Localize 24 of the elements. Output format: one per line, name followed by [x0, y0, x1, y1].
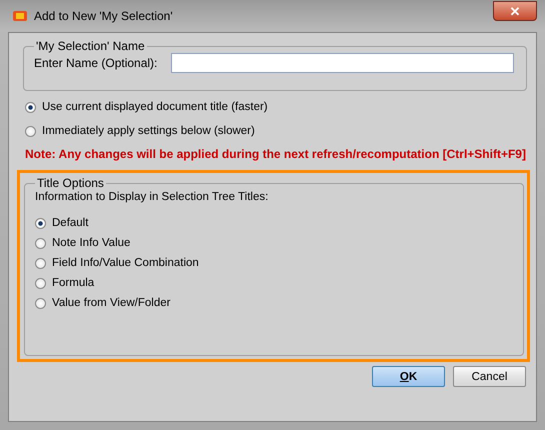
radio-button[interactable]: [35, 258, 46, 268]
radio-option[interactable]: Field Info/Value Combination: [35, 253, 513, 273]
caption-text: Information to Display in Selection Tree Titles:: [35, 191, 270, 203]
radio-option[interactable]: Immediately apply settings below (slower): [25, 123, 528, 139]
radio-option[interactable]: Value from View/Folder: [35, 293, 513, 313]
warning-note: Note: Any changes will be applied during the next refresh/recomputation [Ctrl+Shift+F9]: [25, 147, 526, 161]
group-title: 'My Selection' Name: [35, 39, 146, 53]
radio-button[interactable]: [25, 102, 36, 112]
window-title: Add to New 'My Selection': [34, 9, 173, 23]
app-icon: [12, 9, 28, 23]
radio-button[interactable]: [35, 278, 46, 288]
radio-button[interactable]: [35, 218, 46, 228]
radio-option[interactable]: Formula: [35, 273, 513, 293]
radio-option[interactable]: Default: [35, 213, 513, 233]
name-input-field[interactable]: [171, 53, 514, 73]
group-title: Title Options: [36, 176, 105, 190]
radio-option[interactable]: Use current displayed document title (faster): [25, 99, 528, 115]
field-label: Enter Name (Optional):: [34, 56, 158, 70]
cancel-button[interactable]: Cancel: [453, 366, 526, 387]
ok-button[interactable]: OK: [372, 366, 445, 387]
radio-button[interactable]: [25, 126, 36, 136]
radio-button[interactable]: [35, 238, 46, 248]
radio-option[interactable]: Note Info Value: [35, 233, 513, 253]
radio-button[interactable]: [35, 298, 46, 308]
